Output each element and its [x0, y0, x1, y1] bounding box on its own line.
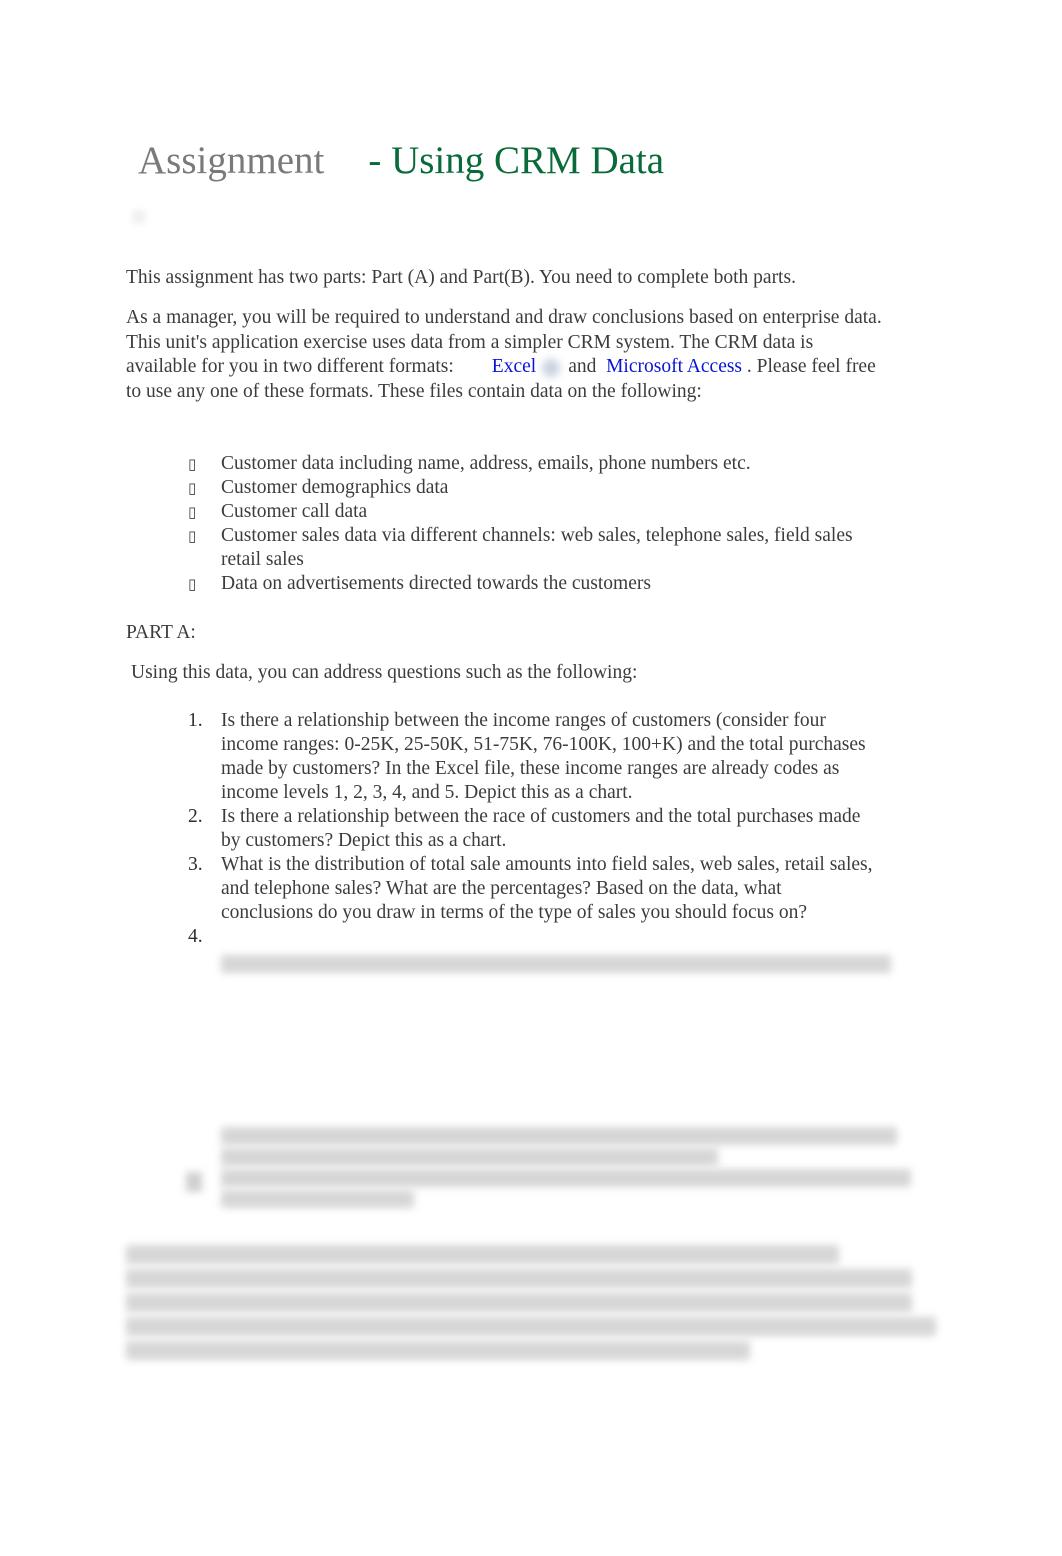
blurred-content: [221, 952, 891, 976]
context-connector: and: [568, 356, 597, 377]
question-item: 2. Is there a relationship between the ra…: [188, 806, 861, 851]
list-item: ▯ Data on advertisements directed towards…: [188, 573, 651, 594]
bullet-icon: ▯: [188, 503, 197, 521]
question-item: 1. Is there a relationship between the in…: [188, 710, 866, 803]
microsoft-access-link[interactable]: Microsoft Access: [606, 356, 742, 377]
question-item: 3. What is the distribution of total sale…: [188, 854, 873, 923]
bullet-icon: ▯: [188, 527, 197, 545]
bullet-icon: ▯: [188, 455, 197, 473]
intro-paragraph: This assignment has two parts: Part (A) …: [126, 267, 796, 288]
blurred-content: [126, 1240, 936, 1365]
context-paragraph: As a manager, you will be required to un…: [126, 306, 886, 404]
part-a-heading: PART A:: [126, 622, 196, 643]
title-main: - Using CRM Data: [368, 139, 665, 182]
bullet-icon: ▯: [188, 479, 197, 497]
data-items-list: ▯ Customer data including name, address, …: [186, 452, 866, 596]
bullet-icon: ▯: [188, 575, 197, 593]
list-item: ▯ Customer sales data via different chann…: [188, 525, 853, 570]
title-prefix: Assignment: [138, 139, 325, 182]
list-item: ▯ Customer data including name, address, …: [188, 453, 751, 474]
questions-list: 1. Is there a relationship between the in…: [186, 709, 876, 947]
blurred-content: [221, 1124, 911, 1211]
list-item: ▯ Customer demographics data: [188, 477, 449, 498]
part-a-intro: Using this data, you can address questio…: [131, 662, 638, 683]
list-item: ▯ Customer call data: [188, 501, 368, 522]
excel-link[interactable]: Excel: [492, 356, 536, 377]
document-title: Assignment - Using CRM Data: [138, 136, 664, 186]
link-icon: [542, 358, 561, 377]
decorative-smudge: [132, 210, 146, 224]
blurred-content: [186, 1172, 202, 1192]
